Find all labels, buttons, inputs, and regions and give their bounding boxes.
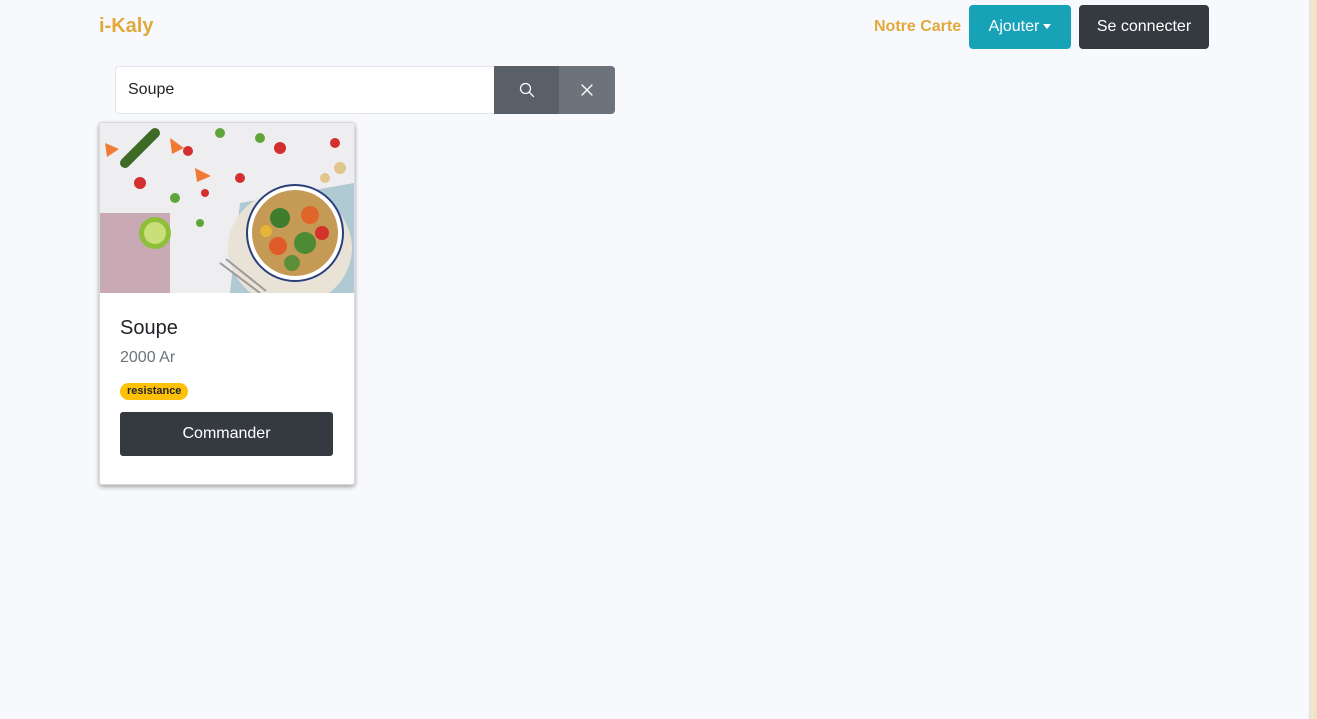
close-icon (581, 84, 593, 96)
search-input[interactable] (115, 66, 495, 114)
category-badge: resistance (120, 383, 189, 400)
clear-search-button[interactable] (559, 66, 615, 114)
product-card: Soupe 2000 Ar resistance Commander (99, 122, 355, 485)
brand-logo[interactable]: i-Kaly (99, 15, 153, 38)
search-icon (519, 82, 534, 98)
search-button[interactable] (494, 66, 559, 114)
add-button-label: Ajouter (988, 18, 1040, 35)
add-dropdown-button[interactable]: Ajouter (969, 5, 1071, 49)
product-price: 2000 Ar (120, 349, 176, 366)
dish-image (100, 123, 354, 293)
nav-link-notre-carte[interactable]: Notre Carte (874, 18, 961, 36)
caret-down-icon (1043, 23, 1052, 29)
window-edge (1309, 0, 1317, 719)
order-button[interactable]: Commander (120, 412, 333, 456)
login-button[interactable]: Se connecter (1079, 5, 1209, 49)
product-title[interactable]: Soupe (120, 317, 178, 340)
